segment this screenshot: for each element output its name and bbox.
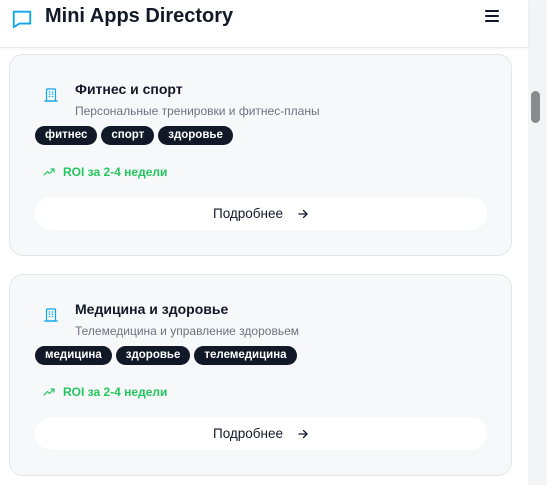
roi-text: ROI за 2-4 недели (63, 385, 168, 399)
details-button-label: Подробнее (212, 426, 283, 441)
details-button-label: Подробнее (212, 206, 283, 221)
app-header: Mini Apps Directory (0, 0, 528, 48)
tag[interactable]: спорт (101, 126, 155, 145)
card-title: Медицина и здоровье (75, 301, 229, 317)
chat-bubble-icon[interactable] (11, 8, 33, 30)
scrollbar-thumb[interactable] (531, 91, 540, 123)
arrow-right-icon (298, 209, 308, 218)
building-icon (44, 308, 58, 322)
roi-info: ROI за 2-4 недели (43, 385, 167, 399)
details-button[interactable]: Подробнее (35, 417, 487, 450)
roi-info: ROI за 2-4 недели (43, 165, 167, 179)
scrollbar[interactable] (528, 0, 547, 485)
tag[interactable]: телемедицина (194, 346, 297, 365)
app-card-fitness: Фитнес и спорт Персональные тренировки и… (9, 54, 512, 256)
roi-text: ROI за 2-4 недели (63, 165, 168, 179)
tag[interactable]: медицина (35, 346, 112, 365)
arrow-right-icon (298, 429, 308, 438)
card-title: Фитнес и спорт (75, 81, 183, 97)
app-title: Mini Apps Directory (45, 5, 234, 27)
tag[interactable]: фитнес (35, 126, 98, 145)
building-icon (44, 88, 58, 102)
trending-up-icon (43, 388, 55, 396)
card-description: Телемедицина и управление здоровьем (75, 324, 299, 338)
trending-up-icon (43, 168, 55, 176)
hamburger-menu-icon[interactable] (485, 10, 499, 24)
card-description: Персональные тренировки и фитнес-планы (75, 104, 320, 118)
app-card-medicine: Медицина и здоровье Телемедицина и управ… (9, 274, 512, 476)
apps-list: Фитнес и спорт Персональные тренировки и… (0, 48, 528, 485)
tag[interactable]: здоровье (115, 346, 191, 365)
tag-list: медицина здоровье телемедицина (35, 346, 297, 365)
tag[interactable]: здоровье (158, 126, 233, 145)
details-button[interactable]: Подробнее (35, 197, 487, 230)
tag-list: фитнес спорт здоровье (35, 126, 233, 145)
